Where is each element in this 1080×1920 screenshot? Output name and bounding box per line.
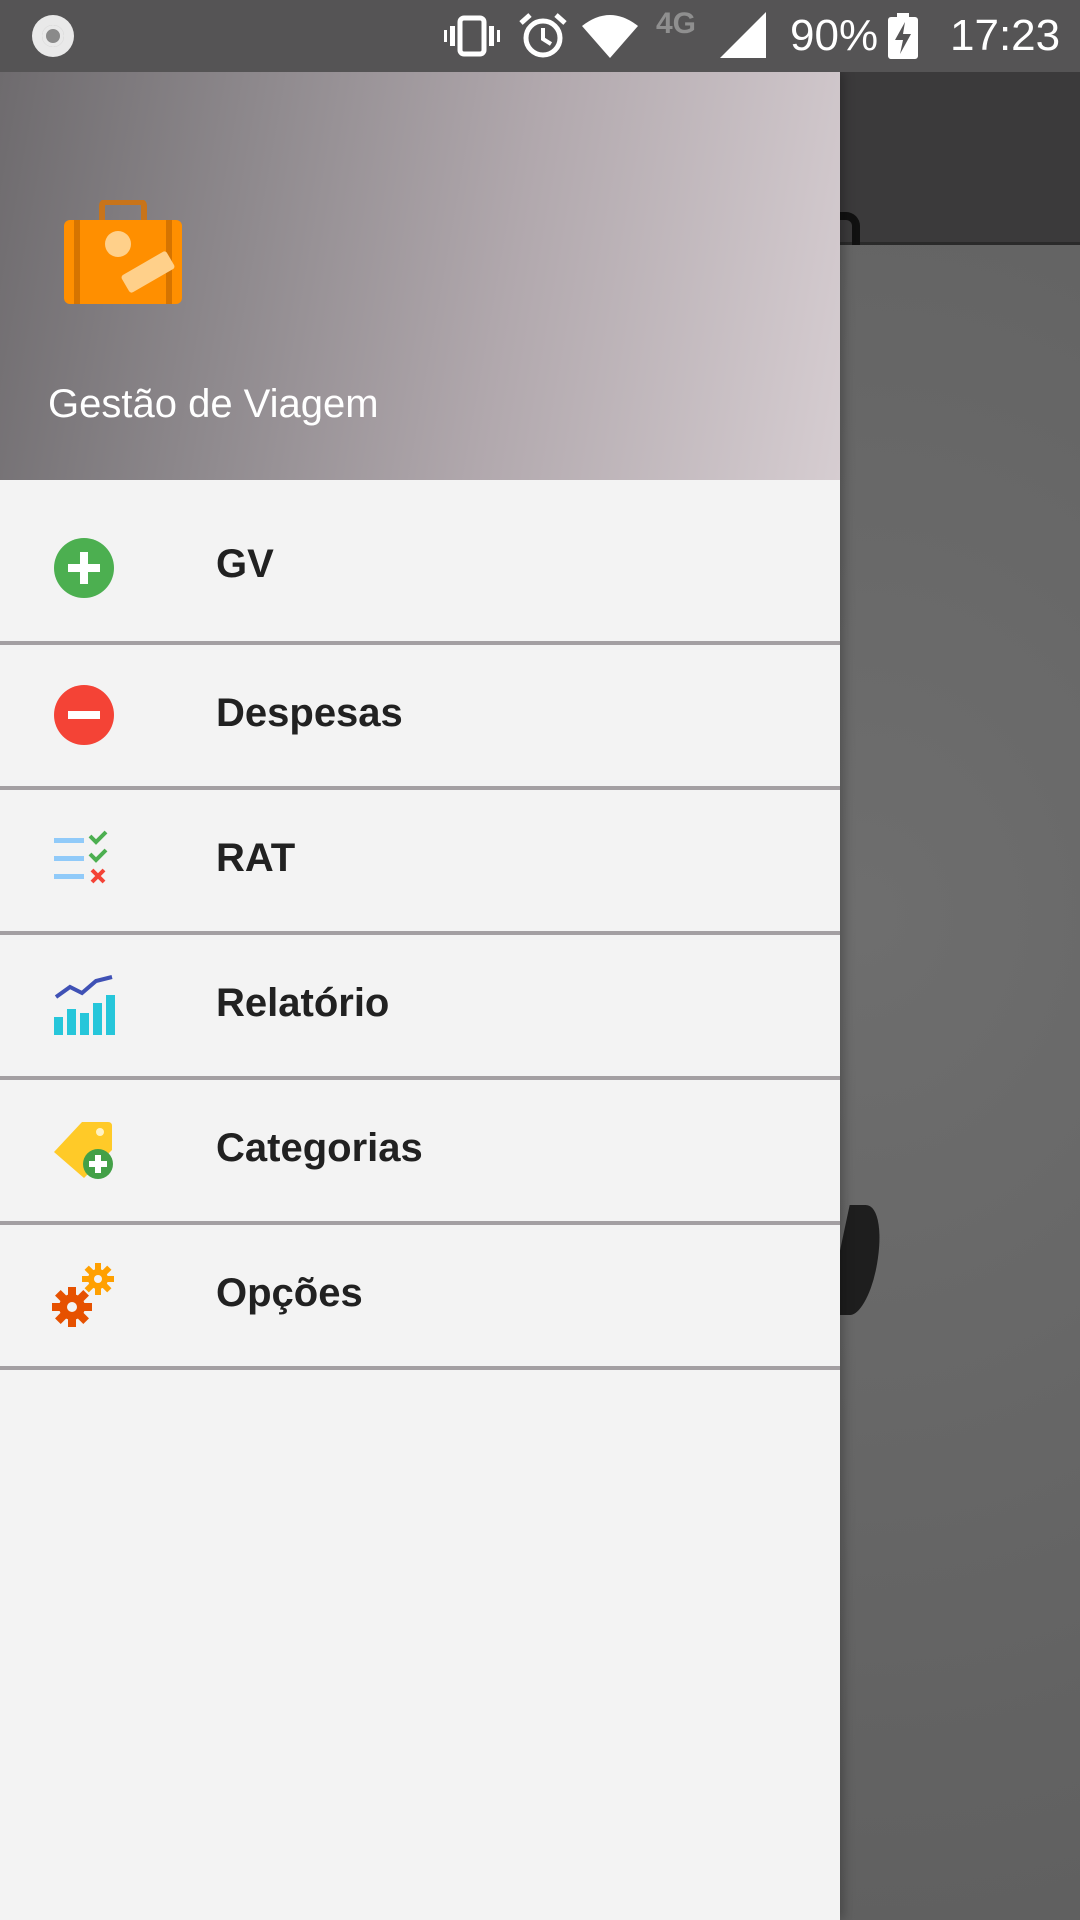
clock: 17:23	[950, 11, 1061, 60]
menu-item-label: Relatório	[216, 981, 390, 1025]
menu-item-gv[interactable]: GV	[0, 480, 840, 645]
menu-item-label: Categorias	[216, 1126, 423, 1170]
battery-charging-icon	[888, 0, 918, 72]
vibrate-icon	[444, 0, 500, 72]
chart-icon	[52, 973, 116, 1037]
add-circle-icon	[52, 536, 116, 600]
menu-item-despesas[interactable]: Despesas	[0, 645, 840, 790]
menu-item-label: GV	[216, 542, 274, 586]
suitcase-icon	[60, 199, 186, 306]
screen: 4G 90% 17:23 Gestão de Viagem GV Despesa…	[0, 0, 1080, 1920]
gears-icon	[52, 1263, 116, 1327]
drawer-header: Gestão de Viagem	[0, 72, 840, 480]
network-type: 4G	[656, 7, 697, 40]
drawer-menu: GV Despesas RAT Relatório Categorias Opç…	[0, 480, 840, 1370]
menu-item-opcoes[interactable]: Opções	[0, 1225, 840, 1370]
menu-item-relatorio[interactable]: Relatório	[0, 935, 840, 1080]
battery-percent: 90%	[790, 11, 879, 60]
checklist-icon	[52, 828, 116, 892]
menu-item-rat[interactable]: RAT	[0, 790, 840, 935]
menu-item-label: Opções	[216, 1271, 363, 1315]
menu-item-categorias[interactable]: Categorias	[0, 1080, 840, 1225]
tag-add-icon	[52, 1118, 116, 1182]
record-icon	[32, 15, 74, 57]
alarm-icon	[518, 0, 568, 72]
navigation-drawer: Gestão de Viagem GV Despesas RAT Relatór…	[0, 72, 840, 1920]
status-bar: 4G 90% 17:23	[0, 0, 1080, 72]
menu-item-label: RAT	[216, 836, 296, 880]
remove-circle-icon	[52, 683, 116, 747]
app-title: Gestão de Viagem	[48, 382, 379, 426]
wifi-icon	[582, 0, 638, 72]
signal-icon	[720, 0, 768, 72]
menu-item-label: Despesas	[216, 691, 403, 735]
